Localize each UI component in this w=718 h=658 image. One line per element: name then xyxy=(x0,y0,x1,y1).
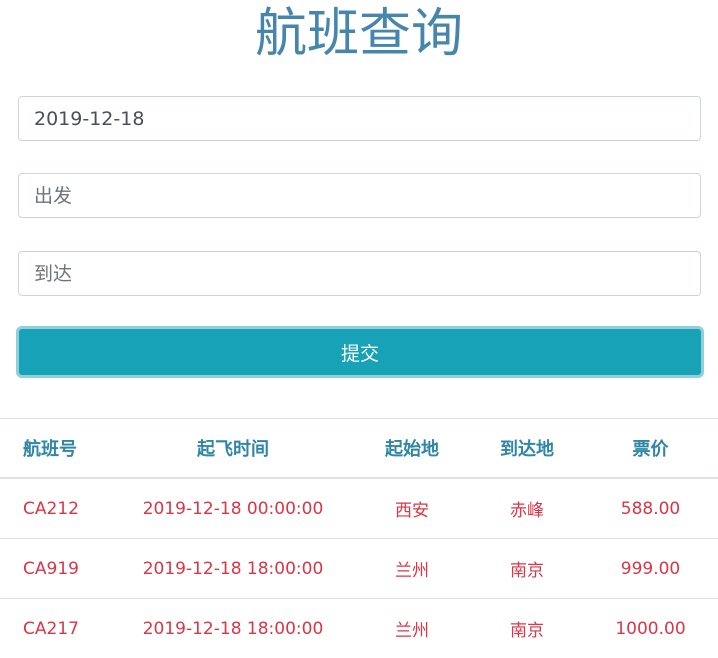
table-header-row: 航班号 起飞时间 起始地 到达地 票价 xyxy=(0,419,718,479)
cell-flight-number: CA217 xyxy=(0,599,113,658)
cell-price: 588.00 xyxy=(583,478,718,539)
arrival-input[interactable] xyxy=(18,251,701,296)
table-row: CA212 2019-12-18 00:00:00 西安 赤峰 588.00 xyxy=(0,478,718,539)
header-departure-time: 起飞时间 xyxy=(113,419,353,479)
cell-destination: 赤峰 xyxy=(471,478,583,539)
cell-origin: 兰州 xyxy=(353,599,471,658)
header-destination: 到达地 xyxy=(471,419,583,479)
cell-destination: 南京 xyxy=(471,599,583,658)
cell-destination: 南京 xyxy=(471,539,583,599)
departure-input[interactable] xyxy=(18,173,701,218)
header-origin: 起始地 xyxy=(353,419,471,479)
cell-origin: 西安 xyxy=(353,478,471,539)
submit-button[interactable]: 提交 xyxy=(16,326,704,378)
cell-price: 1000.00 xyxy=(583,599,718,658)
header-flight-number: 航班号 xyxy=(0,419,113,479)
cell-flight-number: CA919 xyxy=(0,539,113,599)
header-price: 票价 xyxy=(583,419,718,479)
cell-departure-time: 2019-12-18 18:00:00 xyxy=(113,539,353,599)
page-title: 航班查询 xyxy=(0,2,718,66)
table-row: CA217 2019-12-18 18:00:00 兰州 南京 1000.00 xyxy=(0,599,718,658)
cell-flight-number: CA212 xyxy=(0,478,113,539)
cell-departure-time: 2019-12-18 00:00:00 xyxy=(113,478,353,539)
flights-table: 航班号 起飞时间 起始地 到达地 票价 CA212 2019-12-18 00:… xyxy=(0,418,718,658)
cell-departure-time: 2019-12-18 18:00:00 xyxy=(113,599,353,658)
date-input[interactable] xyxy=(18,96,701,141)
cell-price: 999.00 xyxy=(583,539,718,599)
cell-origin: 兰州 xyxy=(353,539,471,599)
table-row: CA919 2019-12-18 18:00:00 兰州 南京 999.00 xyxy=(0,539,718,599)
